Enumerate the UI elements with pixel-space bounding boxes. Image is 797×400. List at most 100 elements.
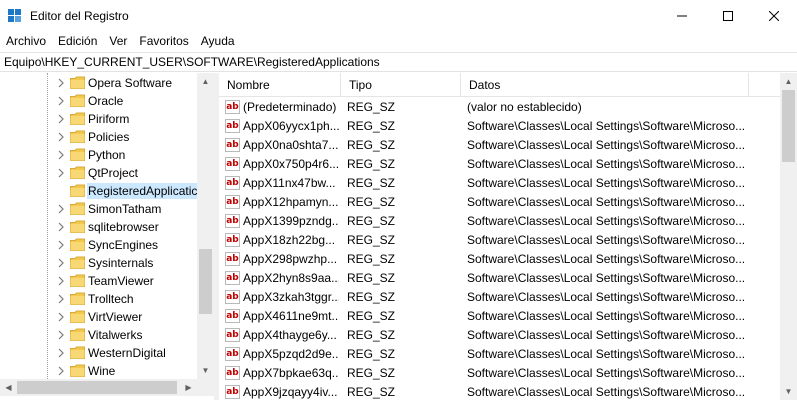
chevron-right-icon[interactable] [56,240,66,250]
chevron-right-icon[interactable] [56,96,66,106]
list-item[interactable]: ab AppX3zkah3tggr... REG_SZ Software\Classe… [219,288,780,307]
tree-item[interactable]: QtProject [0,164,197,182]
value-name: (Predeterminado) [243,100,337,114]
list-item[interactable]: ab AppX4611ne9mt... REG_SZ Software\Classes… [219,307,780,326]
tree-vertical-scrollbar[interactable]: ▲ ▼ [197,73,214,379]
folder-icon [70,202,85,215]
column-tipo[interactable]: Tipo [341,73,461,97]
list-item[interactable]: ab AppX9jzqayy4iv... REG_SZ Software\Classe… [219,383,780,400]
chevron-right-icon[interactable] [56,78,66,88]
list-item[interactable]: ab AppX0na0shta7... REG_SZ Software\Classes… [219,136,780,155]
tree-item[interactable]: Sysinternals [0,254,197,272]
tree-item[interactable]: Wine [0,362,197,380]
chevron-right-icon[interactable] [56,168,66,178]
list-item[interactable]: ab AppX7bpkae63q... REG_SZ Software\Classes… [219,364,780,383]
folder-icon [70,310,85,323]
chevron-right-icon[interactable] [56,150,66,160]
tree-item[interactable]: Python [0,146,197,164]
tree-item-label: Oracle [88,94,124,108]
tree-horizontal-scrollbar[interactable]: ◀ ▶ [0,379,214,396]
value-type: REG_SZ [347,366,396,380]
registry-editor-app-icon [8,8,22,23]
tree-item[interactable]: Oracle [0,92,197,110]
tree-item[interactable]: WesternDigital [0,344,197,362]
tree-item[interactable]: Policies [0,128,197,146]
menu-ver[interactable]: Ver [103,31,133,51]
tree-item-label: Python [88,148,126,162]
chevron-right-icon[interactable] [56,258,66,268]
list-item[interactable]: ab AppX2hyn8s9aa... REG_SZ Software\Classes… [219,269,780,288]
column-datos[interactable]: Datos [461,73,749,97]
string-value-icon: ab [225,328,240,342]
tree-item-label: SimonTatham [88,202,162,216]
list-item[interactable]: ab AppX1399pzndg... REG_SZ Software\Classes… [219,212,780,231]
scroll-down-icon[interactable]: ▼ [780,383,797,400]
value-name: AppX0x750p4r6... [243,157,339,171]
string-value-icon: ab [225,157,240,171]
tree-item[interactable]: Trolltech [0,290,197,308]
string-value-icon: ab [225,214,240,228]
menu-favoritos[interactable]: Favoritos [133,31,194,51]
title-bar: Editor del Registro [0,0,797,31]
list-item[interactable]: ab AppX06yycx1ph... REG_SZ Software\Classes… [219,117,780,136]
chevron-right-icon[interactable] [56,276,66,286]
tree-item[interactable]: sqlitebrowser [0,218,197,236]
minimize-button[interactable] [659,0,705,31]
string-value-icon: ab [225,290,240,304]
tree-hscroll-thumb[interactable] [17,381,177,394]
tree-item[interactable]: Opera Software [0,74,197,92]
string-value-icon: ab [225,138,240,152]
tree-item-label: Opera Software [88,76,173,90]
close-button[interactable] [751,0,797,31]
list-item[interactable]: ab AppX4thayge6y... REG_SZ Software\Classes… [219,326,780,345]
tree-item[interactable]: VirtViewer [0,308,197,326]
list-item[interactable]: ab (Predeterminado) REG_SZ (valor no establ… [219,98,780,117]
tree-item[interactable]: RegisteredApplicatic [0,182,199,200]
values-list: Nombre Tipo Datos ab (Predeterminado) REG_… [219,73,780,400]
menu-bar: Archivo Edición Ver Favoritos Ayuda [0,31,797,51]
scroll-left-icon[interactable]: ◀ [0,379,17,396]
chevron-right-icon[interactable] [56,114,66,124]
tree-item-label: QtProject [88,166,139,180]
tree-item[interactable]: Vitalwerks [0,326,197,344]
tree-item[interactable]: SyncEngines [0,236,197,254]
chevron-right-icon[interactable] [56,222,66,232]
maximize-button[interactable] [705,0,751,31]
menu-archivo[interactable]: Archivo [0,31,52,51]
list-item[interactable]: ab AppX11nx47bw... REG_SZ Software\Classes\… [219,174,780,193]
scroll-right-icon[interactable]: ▶ [180,379,197,396]
chevron-right-icon[interactable] [56,348,66,358]
list-vertical-scrollbar[interactable]: ▲ ▼ [780,73,797,400]
value-type: REG_SZ [347,328,396,342]
tree-scroll-thumb[interactable] [199,249,212,314]
chevron-right-icon[interactable] [56,204,66,214]
chevron-right-icon[interactable] [56,366,66,376]
list-scroll-thumb[interactable] [782,90,795,162]
value-data: (valor no establecido) [467,100,582,114]
menu-ayuda[interactable]: Ayuda [195,31,241,51]
value-data: Software\Classes\Local Settings\Software… [467,214,746,228]
list-item[interactable]: ab AppX0x750p4r6... REG_SZ Software\Classes… [219,155,780,174]
scroll-up-icon[interactable]: ▲ [780,73,797,90]
chevron-right-icon[interactable] [56,312,66,322]
tree-item-label: TeamViewer [88,274,154,288]
address-bar[interactable]: Equipo\HKEY_CURRENT_USER\SOFTWARE\Regist… [0,52,797,72]
column-nombre[interactable]: Nombre [219,73,341,97]
chevron-right-icon[interactable] [56,132,66,142]
tree-item[interactable]: Piriform [0,110,197,128]
list-item[interactable]: ab AppX5pzqd2d9e... REG_SZ Software\Classes… [219,345,780,364]
tree-item-label: WesternDigital [88,346,166,360]
scroll-up-icon[interactable]: ▲ [197,73,214,90]
tree-item[interactable]: TeamViewer [0,272,197,290]
scroll-down-icon[interactable]: ▼ [197,362,214,379]
chevron-right-icon[interactable] [56,294,66,304]
chevron-right-icon[interactable] [56,330,66,340]
value-type: REG_SZ [347,157,396,171]
menu-edicion[interactable]: Edición [52,31,103,51]
value-data: Software\Classes\Local Settings\Software… [467,385,746,399]
list-item[interactable]: ab AppX18zh22bg... REG_SZ Software\Classes\… [219,231,780,250]
list-item[interactable]: ab AppX12hpamyn... REG_SZ Software\Classes\… [219,193,780,212]
tree-item[interactable]: SimonTatham [0,200,197,218]
list-item[interactable]: ab AppX298pwzhp... REG_SZ Software\Classes\… [219,250,780,269]
value-name: AppX3zkah3tggr... [243,290,339,304]
